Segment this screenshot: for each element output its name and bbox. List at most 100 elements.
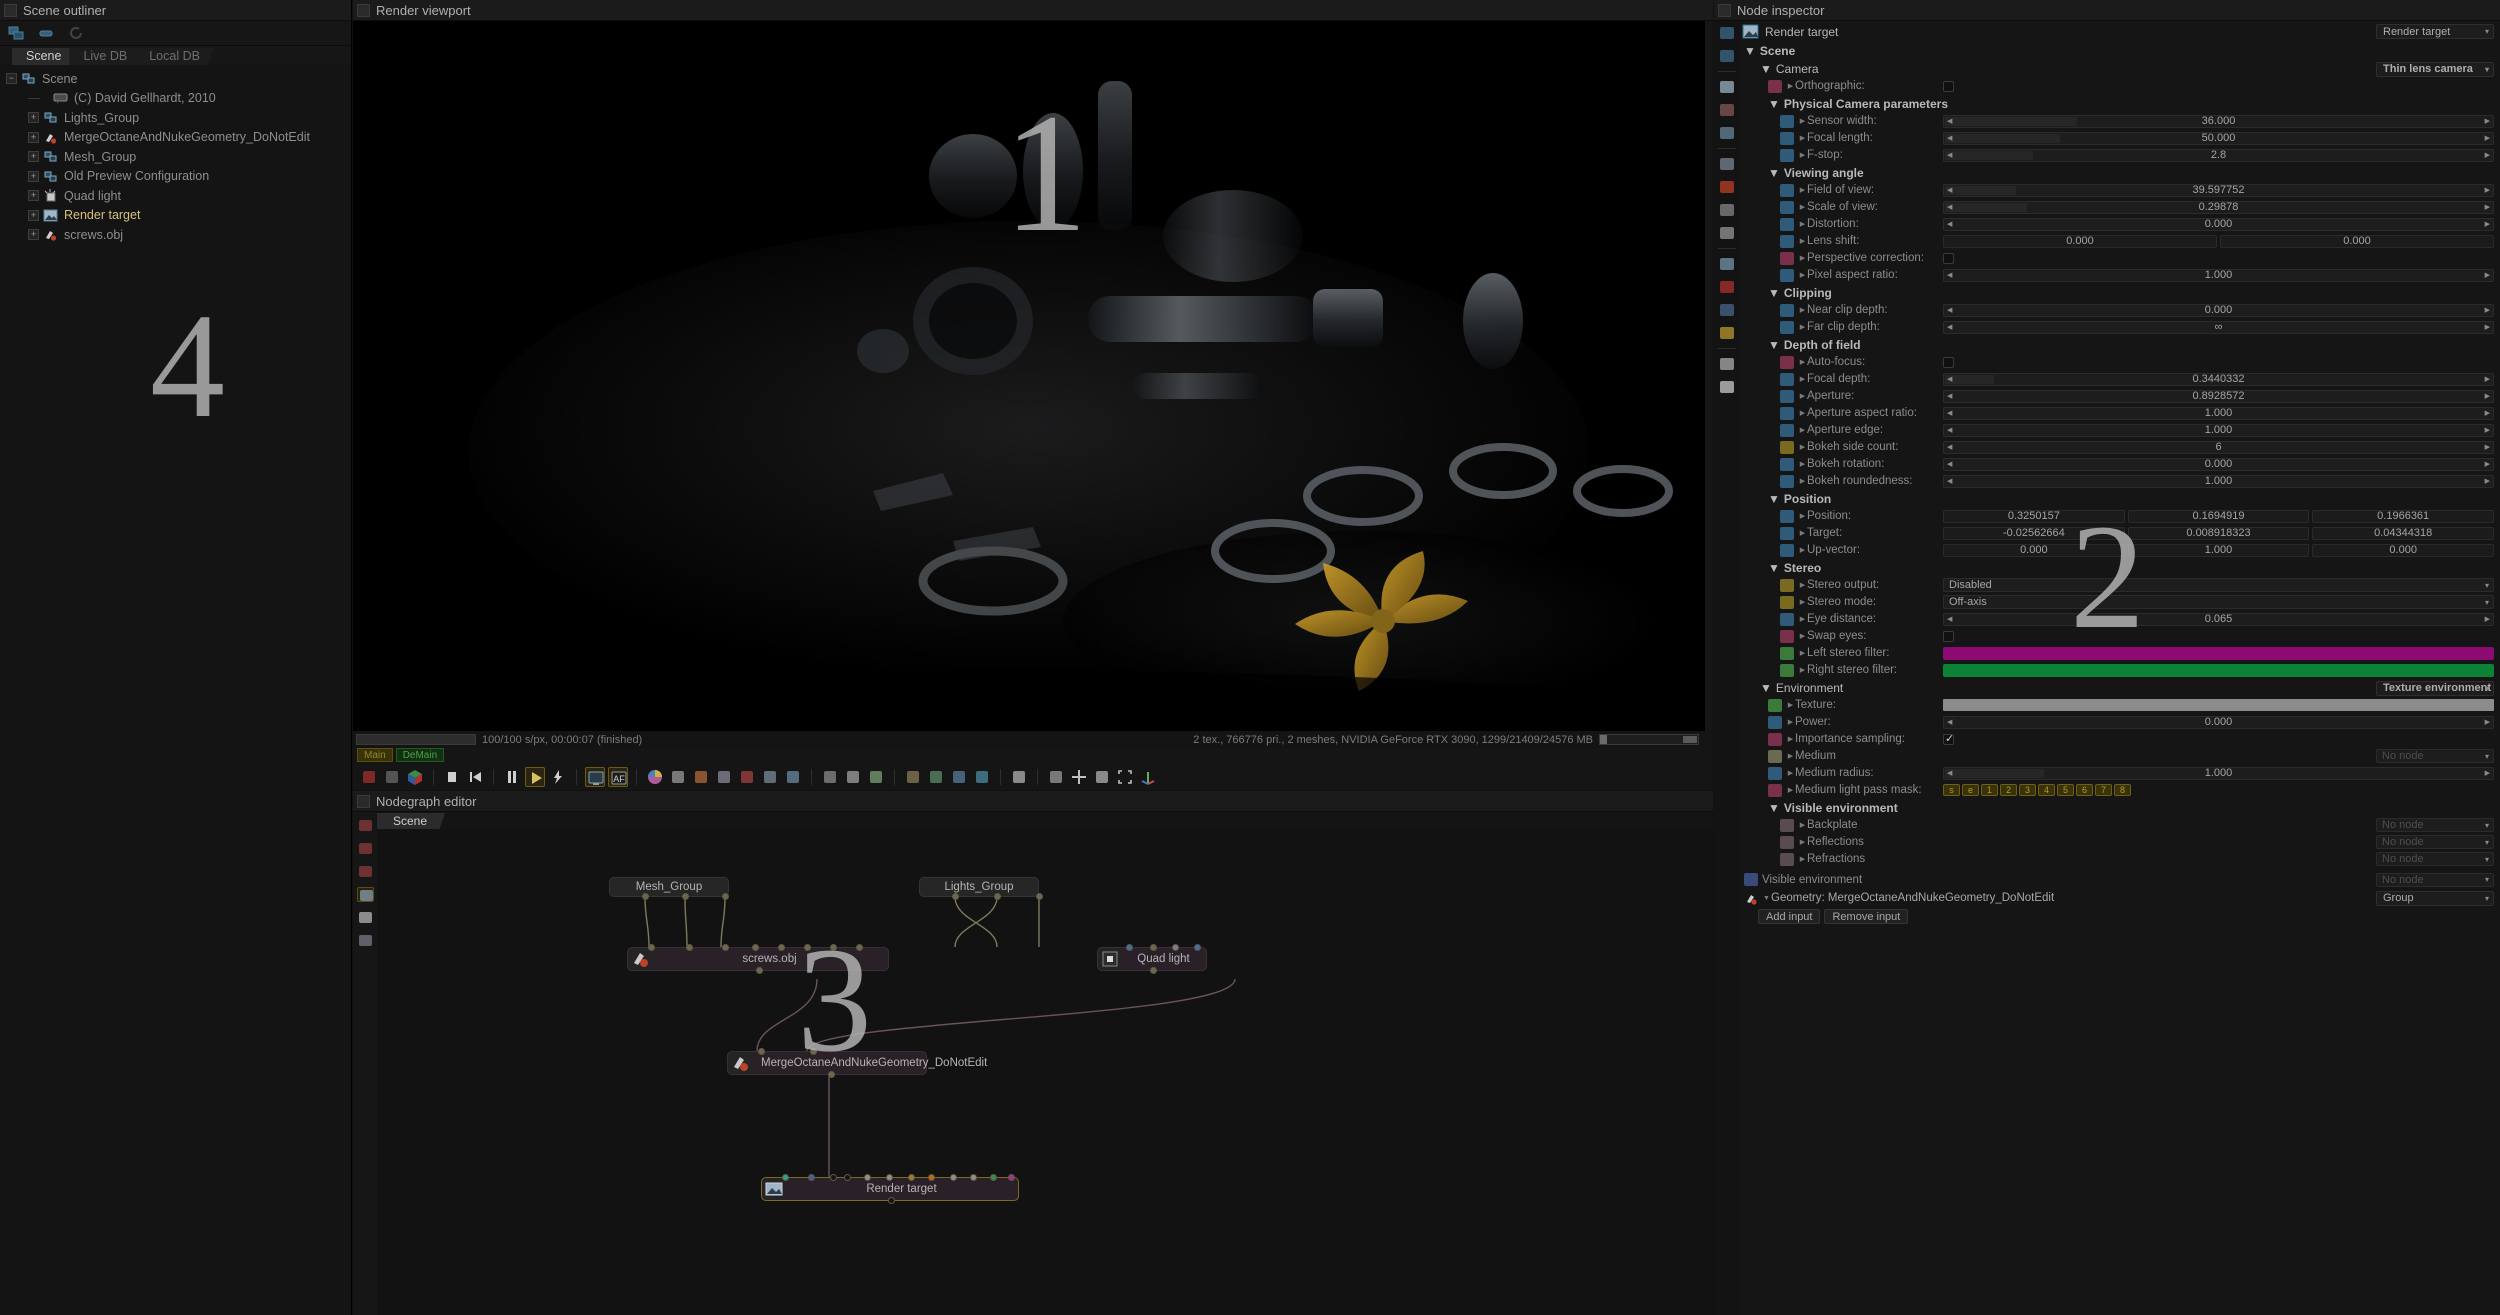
play-icon[interactable] [525,767,545,787]
environment-icon[interactable] [1718,125,1736,141]
node-port[interactable] [888,1197,895,1204]
mask-chip[interactable]: s [1943,784,1960,796]
outliner-item-old-preview-configuration[interactable]: +Old Preview Configuration [0,167,351,187]
param-row-eye-distance[interactable]: ▶Eye distance: ◀ 0.065 ▶ [1744,611,2494,627]
node-port[interactable] [1036,893,1043,900]
param-row-focal-length[interactable]: ▶Focal length: ◀ 50.000 ▶ [1744,130,2494,146]
chevron-right-icon[interactable]: ▶ [1786,786,1795,794]
slider-increment[interactable]: ▶ [2485,443,2490,451]
tree-expander[interactable]: + [28,210,39,221]
response-icon[interactable] [714,767,734,787]
tree-expander[interactable]: + [28,132,39,143]
layer1-icon[interactable] [903,767,923,787]
node-port[interactable] [752,944,759,951]
duplicate-icon[interactable] [1718,25,1736,41]
section-header-camera[interactable]: ▼CameraThin lens camera [1744,60,2494,78]
geometry-type-dropdown[interactable]: Group [2376,891,2494,906]
panel-handle-icon[interactable] [4,4,17,17]
param-row-focal-depth[interactable]: ▶Focal depth: ◀ 0.3440332 ▶ [1744,371,2494,387]
node-port[interactable] [810,1048,817,1055]
slider-decrement[interactable]: ◀ [1947,220,1952,228]
chevron-down-icon[interactable]: ▼ [1760,681,1772,695]
node-port[interactable] [828,1071,835,1078]
slider-increment[interactable]: ▶ [2485,134,2490,142]
dropdown-control[interactable]: Off-axis [1943,595,2494,609]
slider-control[interactable]: ◀ 1.000 ▶ [1943,424,2494,437]
number-field[interactable]: 0.1966361 [2312,510,2494,523]
node-dropdown[interactable]: No node [2376,818,2494,832]
number-field[interactable]: 0.3250157 [1943,510,2125,523]
slider-increment[interactable]: ▶ [2485,323,2490,331]
outliner-item-screws-obj[interactable]: +screws.obj [0,225,351,245]
chevron-right-icon[interactable]: ▶ [1786,735,1795,743]
nodegraph-canvas[interactable]: Mesh_Group Lights_Group screws.obj [377,829,1713,1315]
slider-increment[interactable]: ▶ [2485,220,2490,228]
chevron-right-icon[interactable]: ▶ [1798,838,1807,846]
node-port[interactable] [756,967,763,974]
panel-handle-icon[interactable] [1718,4,1731,17]
chevron-down-icon[interactable]: ▼ [1768,286,1780,300]
param-row-medium-light-pass-mask[interactable]: ▶Medium light pass mask:se12345678 [1744,782,2494,798]
chevron-down-icon[interactable]: ▼ [1760,62,1772,76]
duplicate-icon[interactable] [8,26,26,41]
slider-decrement[interactable]: ◀ [1947,477,1952,485]
chevron-right-icon[interactable]: ▶ [1798,821,1807,829]
camera-icon[interactable] [1046,767,1066,787]
save-icon[interactable] [760,767,780,787]
param-row-perspective-correction[interactable]: ▶Perspective correction: [1744,250,2494,266]
axis-icon[interactable] [1138,767,1158,787]
slider-decrement[interactable]: ◀ [1947,203,1952,211]
layer2-icon[interactable] [926,767,946,787]
slider-decrement[interactable]: ◀ [1947,323,1952,331]
environment-type-dropdown[interactable]: Texture environment [2376,681,2494,696]
node-merge-octane-nuke-geometry[interactable]: MergeOctaneAndNukeGeometry_DoNotEdit [727,1051,927,1075]
section-header-physical-camera[interactable]: ▼Physical Camera parameters [1744,95,2494,113]
mask-chip[interactable]: 7 [2095,784,2112,796]
layer3-icon[interactable] [949,767,969,787]
node-port[interactable] [1126,944,1133,951]
zoom-icon[interactable] [820,767,840,787]
chevron-right-icon[interactable]: ▶ [1786,718,1795,726]
param-row-texture[interactable]: ▶Texture: [1744,697,2494,713]
param-row-distortion[interactable]: ▶Distortion: ◀ 0.000 ▶ [1744,216,2494,232]
param-row-auto-focus[interactable]: ▶Auto-focus: [1744,354,2494,370]
param-row-bokeh-rotation[interactable]: ▶Bokeh rotation: ◀ 0.000 ▶ [1744,456,2494,472]
chevron-right-icon[interactable]: ▶ [1798,512,1807,520]
param-row-pixel-aspect-ratio[interactable]: ▶Pixel aspect ratio: ◀ 1.000 ▶ [1744,267,2494,283]
slider-control[interactable]: ◀ 0.3440332 ▶ [1943,373,2494,386]
slider-decrement[interactable]: ◀ [1947,409,1952,417]
camera-icon[interactable] [1718,102,1736,118]
slider-increment[interactable]: ▶ [2485,186,2490,194]
texture-bar[interactable] [1943,699,2494,711]
chevron-right-icon[interactable]: ▶ [1798,529,1807,537]
remove-input-button[interactable]: Remove input [1824,909,1908,924]
chevron-right-icon[interactable]: ▶ [1798,666,1807,674]
param-row-position[interactable]: ▶Position:0.32501570.16949190.1966361 [1744,508,2494,524]
mask-chip[interactable]: 2 [2000,784,2017,796]
rendered-image[interactable]: 1 [353,21,1705,731]
color-swatch[interactable] [1943,664,2494,677]
param-row-reflections[interactable]: ▶ReflectionsNo node [1744,834,2494,850]
chevron-right-icon[interactable]: ▶ [1798,460,1807,468]
chevron-down-icon[interactable]: ▼ [1768,561,1780,575]
geometry-section-header[interactable]: ▼ Geometry: MergeOctaneAndNukeGeometry_D… [1744,889,2494,907]
param-row-up-vector[interactable]: ▶Up-vector:0.0001.0000.000 [1744,542,2494,558]
mask-chip[interactable]: 3 [2019,784,2036,796]
param-row-bokeh-roundedness[interactable]: ▶Bokeh roundedness: ◀ 1.000 ▶ [1744,473,2494,489]
node-port[interactable] [830,1174,837,1181]
node-type-dropdown[interactable]: Render target [2376,24,2494,39]
node-port[interactable] [952,893,959,900]
whitebalance-icon[interactable] [691,767,711,787]
chevron-right-icon[interactable]: ▶ [1798,632,1807,640]
chevron-down-icon[interactable]: ▼ [1744,44,1756,58]
number-field[interactable]: 0.008918323 [2128,527,2310,540]
slider-control[interactable]: ◀ 0.8928572 ▶ [1943,390,2494,403]
chevron-right-icon[interactable]: ▶ [1798,203,1807,211]
checkbox-control[interactable] [1943,81,1954,92]
param-row-bokeh-side-count[interactable]: ▶Bokeh side count: ◀ 6 ▶ [1744,439,2494,455]
slider-increment[interactable]: ▶ [2485,271,2490,279]
section-header-visible-environment[interactable]: ▼Visible environment [1744,799,2494,817]
checkbox-control[interactable] [1943,631,1954,642]
fast-icon[interactable] [548,767,568,787]
node-dropdown[interactable]: No node [2376,835,2494,849]
